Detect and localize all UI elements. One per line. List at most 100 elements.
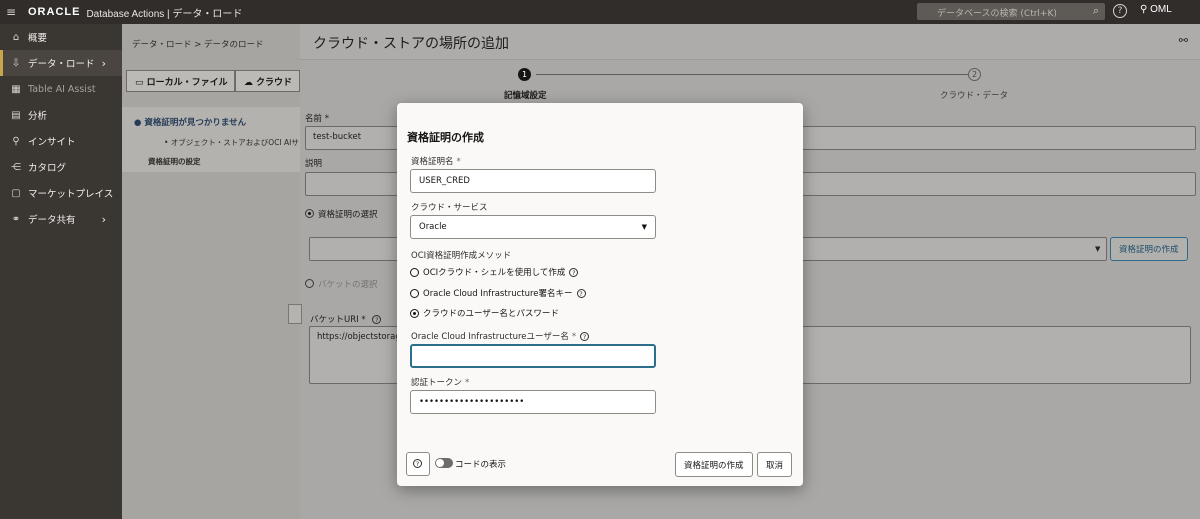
radio-signing-key[interactable]: Oracle Cloud Infrastructure署名キー ?	[410, 287, 586, 299]
auth-token-input[interactable]: •••••••••••••••••••••	[410, 390, 656, 414]
label-text: Oracle Cloud Infrastructureユーザー名	[411, 332, 569, 342]
required-marker: *	[465, 378, 470, 388]
radio-select-bucket[interactable]: バケットの選択	[305, 278, 378, 290]
credential-name-label: 資格証明名 *	[411, 155, 461, 167]
name-label-text: 名前	[305, 114, 323, 124]
radio-oci-cloud-shell[interactable]: OCIクラウド・シェルを使用して作成 ?	[410, 266, 579, 278]
create-credential-submit-button[interactable]: 資格証明の作成	[675, 452, 753, 477]
credential-name-input[interactable]: USER_CRED	[410, 169, 656, 193]
data-share-icon: ⚭	[11, 213, 21, 225]
sidebar-item-insight[interactable]: ⚲ インサイト	[0, 128, 122, 154]
description-label: 説明	[305, 159, 323, 169]
help-icon[interactable]: ?	[372, 315, 382, 324]
step-1-label: 記憶域設定	[504, 91, 547, 101]
sidebar-item-overview[interactable]: ⌂ 概要	[0, 24, 122, 50]
create-credential-button[interactable]: 資格証明の作成	[1110, 237, 1188, 261]
breadcrumb[interactable]: データ・ロード > データのロード	[132, 38, 264, 50]
username-label: Oracle Cloud Infrastructureユーザー名 *?	[411, 330, 590, 342]
sidebar-item-label: カタログ	[28, 163, 67, 174]
sidebar-item-label: データ・ロード	[28, 59, 95, 70]
tab-local-file[interactable]: ▭ ローカル・ファイル	[126, 70, 235, 92]
label-text: 資格証明名	[411, 157, 454, 167]
required-marker: *	[456, 157, 461, 167]
message-text: 資格証明が見つかりません	[144, 118, 247, 128]
bucket-uri-label-text: バケットURI	[310, 315, 359, 325]
sidebar-item-marketplace[interactable]: ▢ マーケットプレイス	[0, 180, 122, 206]
user-icon: ⚲	[1140, 4, 1148, 15]
help-icon[interactable]: ?	[1113, 4, 1127, 18]
chevron-right-icon: ›	[101, 56, 106, 70]
step-1-indicator[interactable]: 1	[518, 68, 531, 81]
sidebar-item-catalog[interactable]: ⋲ カタログ	[0, 154, 122, 180]
step-2-label: クラウド・データ	[940, 91, 1009, 101]
message-bullet: • オブジェクト・ストアおよびOCI AIサ	[164, 138, 299, 147]
catalog-icon: ⋲	[11, 161, 21, 173]
username-input[interactable]	[410, 344, 656, 368]
search-placeholder: データベースの検索 (Ctrl+K)	[937, 9, 1057, 19]
sidebar-item-data-share[interactable]: ⚭ データ共有 ›	[0, 206, 122, 232]
radio-label: クラウドのユーザー名とパスワード	[423, 309, 559, 319]
drawer-title: クラウド・ストアの場所の追加	[313, 36, 509, 52]
drawer-header: クラウド・ストアの場所の追加 ⚯	[300, 24, 1200, 60]
cloud-service-select[interactable]: Oracle ▼	[410, 215, 656, 239]
stepper-line	[536, 74, 968, 75]
search-icon[interactable]: ⌕	[1093, 4, 1099, 18]
radio-unselected-icon	[410, 267, 419, 277]
radio-selected-icon	[410, 308, 419, 318]
sidebar-item-label: マーケットプレイス	[28, 189, 114, 200]
chevron-right-icon: ›	[101, 212, 106, 226]
source-tabs: ▭ ローカル・ファイル ☁ クラウド	[126, 70, 300, 92]
tab-cloud[interactable]: ☁ クラウド	[234, 70, 300, 92]
underlying-page: データ・ロード > データのロード ▭ ローカル・ファイル ☁ クラウド ● 資…	[122, 24, 300, 519]
dialog-help-button[interactable]: ?	[406, 452, 430, 476]
file-icon: ▭	[135, 78, 147, 88]
credential-settings-link[interactable]: 資格証明の設定	[148, 156, 201, 167]
sidebar-item-data-load[interactable]: ⇩ データ・ロード ›	[0, 50, 122, 76]
create-credential-dialog: 資格証明の作成 資格証明名 * USER_CRED クラウド・サービス Oracl…	[397, 103, 803, 486]
data-load-icon: ⇩	[11, 57, 21, 69]
radio-unselected-icon	[410, 288, 419, 298]
product-title: Database Actions | データ・ロード	[86, 8, 243, 20]
radio-select-credential[interactable]: 資格証明の選択	[305, 208, 378, 220]
help-icon[interactable]: ?	[569, 267, 579, 277]
sidebar-item-analysis[interactable]: ▤ 分析	[0, 102, 122, 128]
help-icon[interactable]: ?	[576, 288, 586, 298]
hamburger-menu-icon[interactable]: ≡	[0, 5, 22, 19]
label-text: 認証トークン	[411, 378, 463, 388]
info-icon: ●	[134, 118, 145, 128]
method-label: OCI資格証明作成メソッド	[411, 251, 512, 261]
insight-icon: ⚲	[12, 135, 20, 147]
sidebar-item-label: インサイト	[28, 137, 76, 148]
database-search-input[interactable]: データベースの検索 (Ctrl+K) ⌕	[917, 3, 1105, 20]
radio-label: OCIクラウド・シェルを使用して作成	[423, 268, 566, 278]
show-code-label: コードの表示	[455, 460, 507, 470]
caret-down-icon: ▼	[1095, 245, 1101, 253]
sidebar: ⌂ 概要 ⇩ データ・ロード › ▦ Table AI Assist ▤ 分析 …	[0, 24, 122, 519]
show-code-toggle[interactable]	[435, 458, 453, 468]
help-icon[interactable]: ?	[580, 332, 590, 341]
cloud-icon: ☁	[243, 78, 256, 88]
cancel-button[interactable]: 取消	[757, 452, 793, 477]
oracle-logo: ORACLE	[28, 6, 81, 18]
sidebar-item-label: Table AI Assist	[28, 83, 96, 95]
tab-label: ローカル・ファイル	[146, 78, 228, 88]
sidebar-item-table-ai-assist[interactable]: ▦ Table AI Assist	[0, 76, 122, 102]
cloud-service-label: クラウド・サービス	[411, 203, 488, 213]
radio-username-password[interactable]: クラウドのユーザー名とパスワード	[410, 307, 559, 319]
home-icon: ⌂	[12, 31, 20, 43]
auth-token-label: 認証トークン *	[411, 376, 469, 388]
analysis-icon: ▤	[11, 109, 21, 121]
sidebar-item-label: データ共有	[28, 215, 76, 226]
bullet-text: オブジェクト・ストアおよびOCI AIサ	[170, 138, 299, 147]
binoculars-icon[interactable]: ⚯	[1179, 34, 1188, 47]
required-marker: *	[571, 332, 577, 342]
step-2-indicator[interactable]: 2	[968, 68, 981, 81]
marketplace-icon: ▢	[11, 187, 21, 199]
radio-label: バケットの選択	[318, 280, 378, 290]
tab-label: クラウド	[255, 78, 292, 88]
help-icon: ?	[413, 459, 422, 468]
sidebar-item-label: 概要	[28, 33, 48, 44]
user-menu[interactable]: ⚲ OML	[1140, 4, 1172, 15]
collapsed-panel-toggle[interactable]	[288, 304, 302, 324]
sidebar-item-label: 分析	[28, 111, 48, 122]
